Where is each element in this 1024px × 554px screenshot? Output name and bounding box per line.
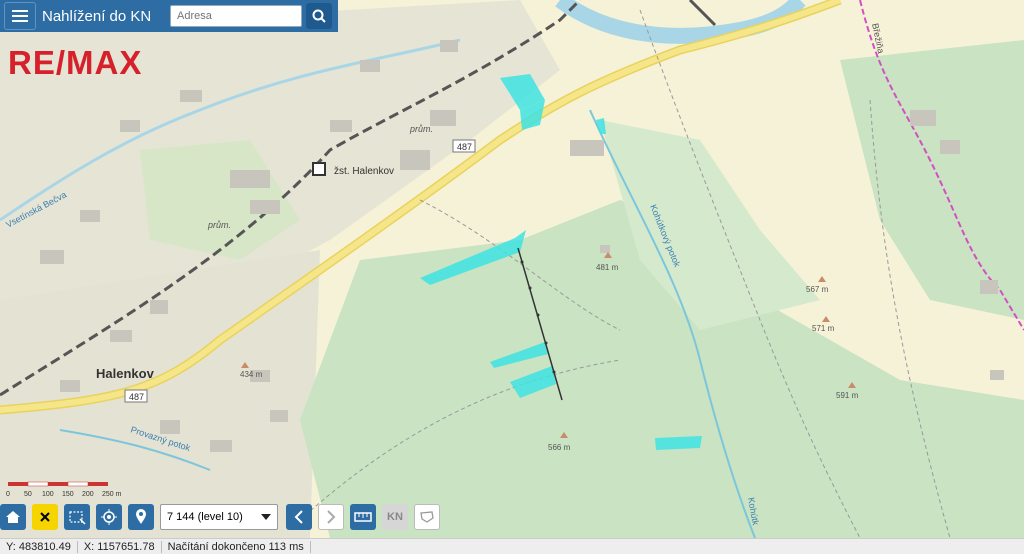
address-search-input[interactable]: [170, 5, 302, 27]
status-bar: Y: 483810.49 X: 1157651.78 Načítání doko…: [0, 538, 1024, 554]
close-icon: [40, 512, 50, 522]
kn-button[interactable]: KN: [382, 504, 408, 530]
x-coordinate: X: 1157651.78: [78, 540, 162, 553]
search-icon: [312, 9, 326, 23]
polygon-button[interactable]: [414, 504, 440, 530]
chevron-left-icon: [294, 510, 303, 524]
scale-label: 0: [6, 491, 10, 498]
chevron-right-icon: [327, 510, 336, 524]
elevation-label: 434 m: [240, 370, 263, 379]
elevation-label: 566 m: [548, 443, 571, 452]
scale-label: 200: [82, 491, 94, 498]
marker-button[interactable]: [128, 504, 154, 530]
dropdown-arrow-icon: [261, 514, 271, 520]
map-pin-icon: [136, 509, 146, 524]
scale-label: 100: [42, 491, 54, 498]
level-select-value: 7 144 (level 10): [167, 511, 243, 523]
elevation-label: 571 m: [812, 324, 835, 333]
crosshair-icon: [101, 509, 117, 525]
measure-button[interactable]: [350, 504, 376, 530]
scale-bar: 0 50 100 150 200 250 m: [6, 481, 122, 498]
village-label: Halenkov: [96, 366, 155, 381]
home-icon: [6, 511, 20, 523]
industry-label: prům.: [207, 220, 231, 230]
remax-logo: RE/MAX: [8, 44, 143, 81]
map-canvas[interactable]: žst. Halenkov Halenkov prům. prům. 434 m…: [0, 0, 1024, 538]
app-title: Nahlížení do KN: [42, 7, 152, 25]
scale-label: 50: [24, 491, 32, 498]
station-icon: [312, 162, 326, 176]
hamburger-icon: [12, 10, 28, 22]
clear-button[interactable]: [32, 504, 58, 530]
home-button[interactable]: [0, 504, 26, 530]
level-select[interactable]: 7 144 (level 10): [160, 504, 278, 530]
road-number: 487: [129, 392, 144, 402]
previous-button[interactable]: [286, 504, 312, 530]
polygon-icon: [420, 511, 434, 523]
scale-label: 250 m: [102, 491, 122, 498]
menu-button[interactable]: [4, 2, 36, 30]
scale-label: 150: [62, 491, 74, 498]
station-label: žst. Halenkov: [334, 166, 394, 177]
bottom-toolbar: 7 144 (level 10) KN: [0, 503, 446, 531]
ruler-icon: [354, 512, 372, 522]
road-number: 487: [457, 142, 472, 152]
elevation-label: 567 m: [806, 285, 829, 294]
elevation-label: 591 m: [836, 391, 859, 400]
kn-label: KN: [387, 511, 403, 523]
industry-label: prům.: [409, 124, 433, 134]
loading-status: Načítání dokončeno 113 ms: [162, 540, 311, 553]
y-coordinate: Y: 483810.49: [0, 540, 78, 553]
search-button[interactable]: [306, 3, 332, 29]
select-rectangle-icon: [69, 511, 86, 525]
next-button[interactable]: [318, 504, 344, 530]
select-area-button[interactable]: [64, 504, 90, 530]
top-bar: Nahlížení do KN: [0, 0, 338, 32]
elevation-label: 481 m: [596, 263, 619, 272]
locate-button[interactable]: [96, 504, 122, 530]
